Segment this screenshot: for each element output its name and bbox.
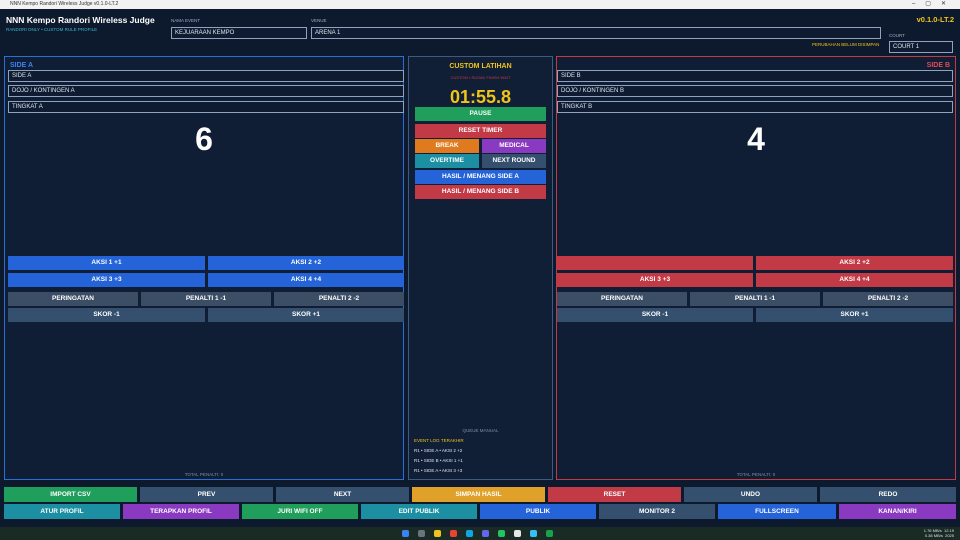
match-timer: 01:55.8	[449, 87, 512, 107]
event-log-title: EVENT LOG TERAKHIR	[414, 438, 464, 443]
prev-button[interactable]: PREV	[140, 487, 273, 502]
court-field[interactable]: COURT 1	[889, 41, 953, 53]
side-b-name-field[interactable]: SIDE B	[557, 70, 953, 82]
side-b-team-field[interactable]: DOJO / KONTINGEN B	[557, 85, 953, 97]
side-b-title: SIDE B	[926, 62, 950, 69]
event-log-entry: R1 • SIDE B • AKSI 1 +1	[414, 458, 463, 463]
venue-field[interactable]: ARENA 1	[311, 27, 881, 39]
file-explorer-icon[interactable]	[434, 530, 441, 537]
monitor-2-button[interactable]: MONITOR 2	[599, 504, 715, 519]
app-icon[interactable]	[530, 530, 537, 537]
judge-wifi-toggle[interactable]: JURI WIFI OFF	[242, 504, 358, 519]
window-title: NNN Kempo Randori Wireless Judge v0.1.0-…	[10, 1, 119, 7]
medical-button[interactable]: MEDICAL	[482, 139, 546, 153]
side-a-score: 6	[195, 121, 213, 157]
window-controls[interactable]: –▢✕	[912, 0, 956, 9]
reset-timer-button[interactable]: RESET TIMER	[415, 124, 546, 138]
event-name-field[interactable]: KEJUARAAN KEMPO	[171, 27, 307, 39]
side-b-aksi3-button[interactable]: AKSI 3 +3	[557, 273, 753, 287]
save-result-button[interactable]: SIMPAN HASIL	[412, 487, 545, 502]
next-button[interactable]: NEXT	[276, 487, 409, 502]
profile-settings-button[interactable]: ATUR PROFIL	[4, 504, 120, 519]
undo-button[interactable]: UNDO	[684, 487, 817, 502]
app-icon[interactable]	[514, 530, 521, 537]
match-title: CUSTOM LATIHAN	[449, 63, 512, 70]
side-a-title: SIDE A	[10, 62, 34, 69]
chrome-icon[interactable]	[450, 530, 457, 537]
win-side-a-button[interactable]: HASIL / MENANG SIDE A	[415, 170, 546, 184]
side-a-score-minus-button[interactable]: SKOR -1	[8, 308, 205, 322]
app-icon[interactable]	[546, 530, 553, 537]
pause-button[interactable]: PAUSE	[415, 107, 546, 121]
side-a-name-field[interactable]: SIDE A	[8, 70, 404, 82]
match-subtitle: CUSTOM • RUSAK FINISH WAIT	[450, 75, 511, 80]
side-b-score-minus-button[interactable]: SKOR -1	[557, 308, 753, 322]
app-subtitle: RANDORI ONLY • CUSTOM RULE PROFILE	[6, 27, 98, 32]
app-icon[interactable]	[482, 530, 489, 537]
side-a-penalty2-button[interactable]: PENALTI 2 -2	[274, 292, 404, 306]
app-brand: NNN Kempo Randori Wireless Judge	[6, 15, 155, 25]
import-csv-button[interactable]: IMPORT CSV	[4, 487, 137, 502]
side-b-level-field[interactable]: TINGKAT B	[557, 101, 953, 113]
apply-profile-button[interactable]: TERAPKAN PROFIL	[123, 504, 239, 519]
venue-label: VENUE	[311, 18, 327, 23]
window-titlebar: NNN Kempo Randori Wireless Judge v0.1.0-…	[0, 0, 960, 9]
side-b-score: 4	[747, 121, 765, 157]
os-taskbar: 1.76 MB/s 12.19 0.38 MB/s 2025	[0, 527, 960, 540]
event-label: NAMA EVENT	[171, 18, 201, 23]
side-a-aksi1-button[interactable]: AKSI 1 +1	[8, 256, 205, 270]
app-icon[interactable]	[498, 530, 505, 537]
event-log-entry: R1 • SIDE A • AKSI 2 +2	[414, 448, 463, 453]
unsaved-notice: PERUBAHAN BELUM DISIMPAN	[812, 42, 880, 47]
side-b-warning-button[interactable]: PERINGATAN	[557, 292, 687, 306]
side-b-aksi1-button[interactable]	[557, 256, 753, 270]
side-a-panel: SIDE A SIDE A DOJO / KONTINGEN A TINGKAT…	[4, 56, 404, 480]
reset-button[interactable]: RESET	[548, 487, 681, 502]
side-a-penalty1-button[interactable]: PENALTI 1 -1	[141, 292, 271, 306]
overtime-button[interactable]: OVERTIME	[415, 154, 479, 168]
manual-queue-label: QUEUE MANUAL	[462, 428, 499, 433]
edge-icon[interactable]	[466, 530, 473, 537]
court-label: COURT	[889, 33, 905, 38]
side-a-warning-button[interactable]: PERINGATAN	[8, 292, 138, 306]
side-a-aksi2-button[interactable]: AKSI 2 +2	[208, 256, 404, 270]
edit-public-button[interactable]: EDIT PUBLIK	[361, 504, 477, 519]
side-b-panel: SIDE B SIDE B DOJO / KONTINGEN B TINGKAT…	[556, 56, 956, 480]
fullscreen-button[interactable]: FULLSCREEN	[718, 504, 836, 519]
side-b-aksi2-button[interactable]: AKSI 2 +2	[756, 256, 953, 270]
center-panel: CUSTOM LATIHAN CUSTOM • RUSAK FINISH WAI…	[408, 56, 553, 480]
app-root: NNN Kempo Randori Wireless Judge RANDORI…	[0, 9, 960, 527]
side-a-aksi3-button[interactable]: AKSI 3 +3	[8, 273, 205, 287]
side-b-penalty1-button[interactable]: PENALTI 1 -1	[690, 292, 820, 306]
system-tray[interactable]: 1.76 MB/s 12.19 0.38 MB/s 2025	[924, 528, 954, 538]
side-b-total-penalty: TOTAL PENALTI: 0	[736, 472, 776, 477]
side-a-team-field[interactable]: DOJO / KONTINGEN A	[8, 85, 404, 97]
side-a-score-plus-button[interactable]: SKOR +1	[208, 308, 404, 322]
download-speed: 0.38 MB/s	[924, 533, 943, 538]
public-button[interactable]: PUBLIK	[480, 504, 596, 519]
side-a-level-field[interactable]: TINGKAT A	[8, 101, 404, 113]
clock-date: 2025	[945, 533, 954, 538]
side-b-aksi4-button[interactable]: AKSI 4 +4	[756, 273, 953, 287]
version-badge: v0.1.0-LT.2	[916, 15, 954, 24]
side-b-score-plus-button[interactable]: SKOR +1	[756, 308, 953, 322]
event-log-entry: R1 • SIDE A • AKSI 3 +3	[414, 468, 463, 473]
side-a-total-penalty: TOTAL PENALTI: 0	[184, 472, 224, 477]
redo-button[interactable]: REDO	[820, 487, 956, 502]
side-b-penalty2-button[interactable]: PENALTI 2 -2	[823, 292, 953, 306]
start-icon[interactable]	[402, 530, 409, 537]
search-icon[interactable]	[418, 530, 425, 537]
swap-sides-button[interactable]: KANAN/KIRI	[839, 504, 956, 519]
next-round-button[interactable]: NEXT ROUND	[482, 154, 546, 168]
side-a-aksi4-button[interactable]: AKSI 4 +4	[208, 273, 404, 287]
break-button[interactable]: BREAK	[415, 139, 479, 153]
win-side-b-button[interactable]: HASIL / MENANG SIDE B	[415, 185, 546, 199]
